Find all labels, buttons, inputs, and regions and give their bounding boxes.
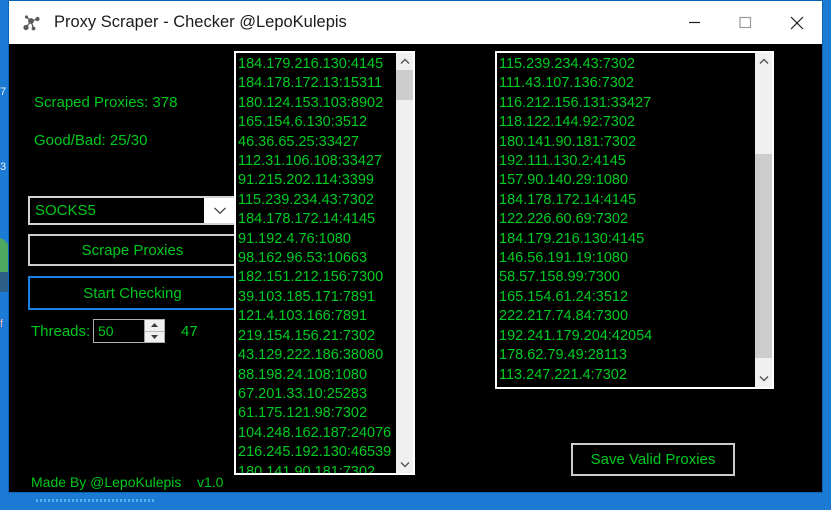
close-button[interactable] <box>771 1 822 44</box>
scraped-proxy-item[interactable]: 184.179.216.130:4145 <box>238 55 396 74</box>
scraped-proxy-item[interactable]: 184.178.172.13:15311 <box>238 74 396 93</box>
valid-proxy-item[interactable]: 58.57.158.99:7300 <box>499 268 755 287</box>
proxy-type-select[interactable]: SOCKS5 <box>28 196 237 225</box>
scraped-proxies-items[interactable]: 184.179.216.130:4145 184.178.172.13:15311… <box>236 53 396 473</box>
scroll-down-icon[interactable] <box>396 456 413 473</box>
valid-proxy-item[interactable]: 157.90.140.29:1080 <box>499 171 755 190</box>
proxy-network-icon <box>21 12 43 34</box>
good-bad-count: Good/Bad: 25/30 <box>34 132 148 149</box>
scraped-proxy-item[interactable]: 216.245.192.130:46539 <box>238 443 396 462</box>
valid-proxy-item[interactable]: 101.36.117.110:5555 <box>499 385 755 387</box>
scraped-proxy-item[interactable]: 43.129.222.186:38080 <box>238 346 396 365</box>
valid-proxies-list[interactable]: 115.239.234.43:7302 111.43.107.136:7302 11… <box>495 51 774 389</box>
version-label: v1.0 <box>197 474 224 490</box>
scraped-list-scroll-thumb[interactable] <box>396 70 413 100</box>
valid-proxy-item[interactable]: 165.154.61.24:3512 <box>499 288 755 307</box>
valid-list-scrollbar[interactable] <box>755 53 772 387</box>
scroll-up-icon[interactable] <box>396 53 413 70</box>
made-by-label: Made By @LepoKulepis <box>31 474 182 490</box>
valid-proxy-item[interactable]: 116.212.156.131:33427 <box>499 94 755 113</box>
scraped-proxy-item[interactable]: 180.124.153.103:8902 <box>238 94 396 113</box>
desktop-text-a: 7 <box>0 86 7 98</box>
scraped-proxy-item[interactable]: 39.103.185.171:7891 <box>238 288 396 307</box>
window-controls <box>669 1 822 44</box>
window-title: Proxy Scraper - Checker @LepoKulepis <box>54 13 347 31</box>
minimize-button[interactable] <box>669 1 720 44</box>
scraped-proxy-item[interactable]: 121.4.103.166:7891 <box>238 307 396 326</box>
spinner-up-icon[interactable] <box>145 320 164 332</box>
valid-list-scroll-track[interactable] <box>755 70 772 370</box>
threads-stepper[interactable] <box>93 319 165 343</box>
scraped-proxies-count: Scraped Proxies: 378 <box>34 94 178 111</box>
scraped-proxies-list[interactable]: 184.179.216.130:4145 184.178.172.13:15311… <box>234 51 415 475</box>
scraped-proxy-item[interactable]: 98.162.96.53:10663 <box>238 249 396 268</box>
scraped-proxy-item[interactable]: 165.154.6.130:3512 <box>238 113 396 132</box>
scraped-proxy-item[interactable]: 61.175.121.98:7302 <box>238 404 396 423</box>
scraped-proxy-item[interactable]: 46.36.65.25:33427 <box>238 133 396 152</box>
valid-proxy-item[interactable]: 184.178.172.14:4145 <box>499 191 755 210</box>
valid-proxy-item[interactable]: 146.56.191.19:1080 <box>499 249 755 268</box>
chevron-down-icon[interactable] <box>204 198 235 223</box>
title-bar[interactable]: Proxy Scraper - Checker @LepoKulepis <box>9 1 822 44</box>
scroll-up-icon[interactable] <box>755 53 772 70</box>
scraped-proxy-item[interactable]: 180.141.90.181:7302 <box>238 463 396 473</box>
scraped-proxy-item[interactable]: 219.154.156.21:7302 <box>238 327 396 346</box>
scraped-proxy-item[interactable]: 112.31.106.108:33427 <box>238 152 396 171</box>
scraped-proxy-item[interactable]: 91.215.202.114:3399 <box>238 171 396 190</box>
valid-proxies-items[interactable]: 115.239.234.43:7302 111.43.107.136:7302 11… <box>497 53 755 387</box>
valid-proxy-item[interactable]: 113.247.221.4:7302 <box>499 366 755 385</box>
maximize-button[interactable] <box>720 1 771 44</box>
valid-proxy-item[interactable]: 122.226.60.69:7302 <box>499 210 755 229</box>
scraped-proxy-item[interactable]: 182.151.212.156:7300 <box>238 268 396 287</box>
scraped-list-scrollbar[interactable] <box>396 53 413 473</box>
scraped-proxy-item[interactable]: 91.192.4.76:1080 <box>238 230 396 249</box>
valid-proxy-item[interactable]: 192.111.130.2:4145 <box>499 152 755 171</box>
desktop-dots-decoration <box>36 499 156 502</box>
save-valid-proxies-button[interactable]: Save Valid Proxies <box>571 443 735 476</box>
valid-proxy-item[interactable]: 222.217.74.84:7300 <box>499 307 755 326</box>
threads-input[interactable] <box>94 320 144 342</box>
maximize-icon <box>739 16 752 29</box>
threads-stepper-arrows[interactable] <box>144 320 164 342</box>
valid-proxy-item[interactable]: 111.43.107.136:7302 <box>499 74 755 93</box>
threads-active-count: 47 <box>181 323 198 340</box>
valid-proxy-item[interactable]: 192.241.179.204:42054 <box>499 327 755 346</box>
desktop-text-b: 3 <box>0 161 7 173</box>
scrape-proxies-button[interactable]: Scrape Proxies <box>28 234 237 266</box>
scroll-down-icon[interactable] <box>755 370 772 387</box>
scraped-proxy-item[interactable]: 67.201.33.10:25283 <box>238 385 396 404</box>
valid-proxy-item[interactable]: 115.239.234.43:7302 <box>499 55 755 74</box>
scraped-list-scroll-track[interactable] <box>396 70 413 456</box>
start-checking-button[interactable]: Start Checking <box>28 276 237 310</box>
close-icon <box>790 16 804 30</box>
valid-list-scroll-thumb[interactable] <box>755 154 772 358</box>
client-area: Scraped Proxies: 378 Good/Bad: 25/30 SOC… <box>9 44 822 492</box>
proxy-type-value: SOCKS5 <box>35 202 96 219</box>
app-window: Proxy Scraper - Checker @LepoKulepis Scr… <box>8 0 823 493</box>
desktop-text-c: f <box>0 318 4 330</box>
spinner-down-icon[interactable] <box>145 331 164 342</box>
valid-proxy-item[interactable]: 178.62.79.49:28113 <box>499 346 755 365</box>
threads-label: Threads: <box>31 323 91 340</box>
scraped-proxy-item[interactable]: 184.178.172.14:4145 <box>238 210 396 229</box>
valid-proxy-item[interactable]: 184.179.216.130:4145 <box>499 230 755 249</box>
scraped-proxy-item[interactable]: 88.198.24.108:1080 <box>238 366 396 385</box>
minimize-icon <box>688 16 701 29</box>
scraped-proxy-item[interactable]: 104.248.162.187:24076 <box>238 424 396 443</box>
valid-proxy-item[interactable]: 180.141.90.181:7302 <box>499 133 755 152</box>
valid-proxy-item[interactable]: 118.122.144.92:7302 <box>499 113 755 132</box>
scraped-proxy-item[interactable]: 115.239.234.43:7302 <box>238 191 396 210</box>
